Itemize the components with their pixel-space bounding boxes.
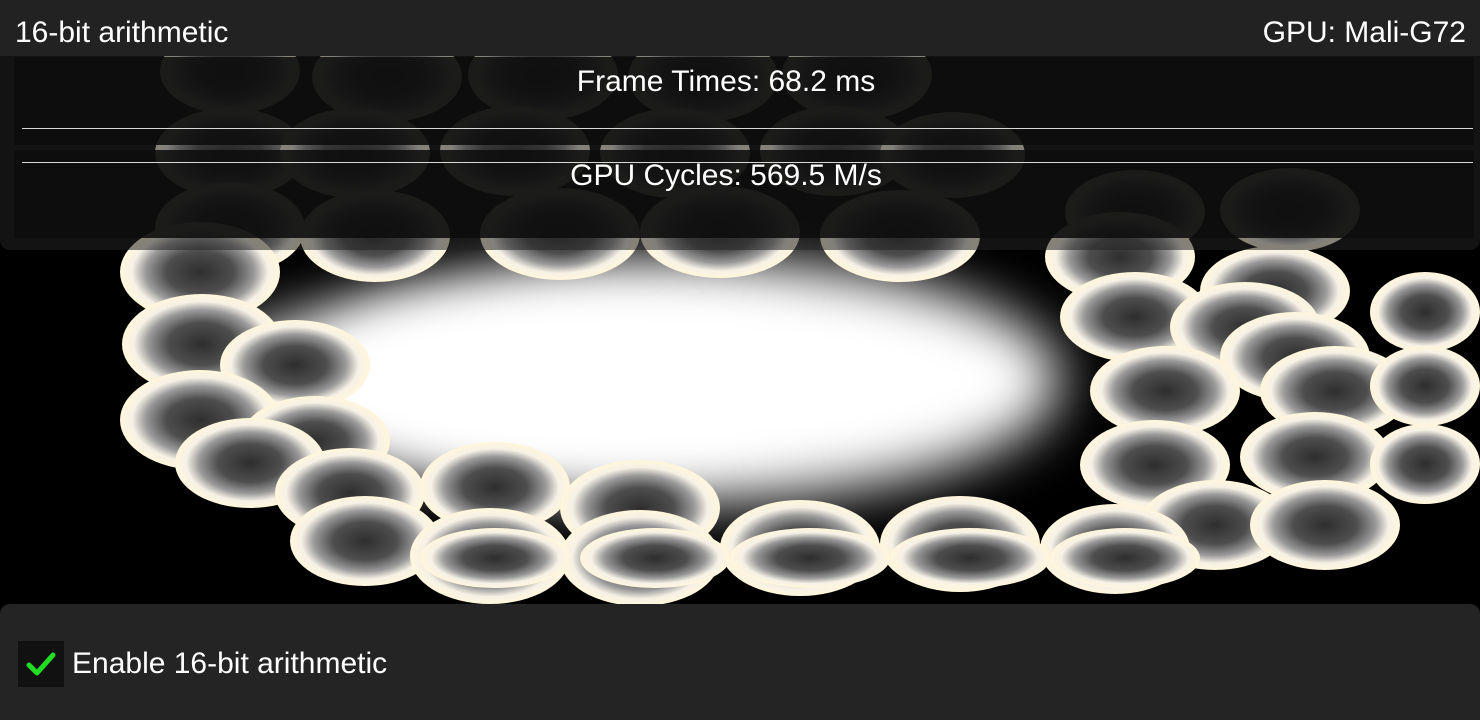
app-window: 16-bit arithmetic GPU: Mali-G72 Frame Ti… (0, 0, 1480, 720)
fp16-toggle-label: Enable 16-bit arithmetic (72, 647, 388, 680)
frame-times-label: Frame Times: 68.2 ms (576, 65, 876, 98)
fp16-toggle[interactable]: Enable 16-bit arithmetic (18, 640, 387, 688)
settings-panel: Enable 16-bit arithmetic (0, 604, 1480, 720)
particle-ring (1370, 346, 1480, 426)
checkmark-icon (26, 652, 56, 676)
particle-ring (730, 528, 890, 588)
fp16-checkbox[interactable] (18, 641, 64, 687)
particle-ring (890, 528, 1050, 588)
gpu-cycles-label: GPU Cycles: 569.5 M/s (570, 159, 882, 192)
particle-ring (1050, 528, 1200, 588)
sample-title: 16-bit arithmetic (15, 16, 229, 49)
particle-ring (1370, 424, 1480, 504)
particle-ring (420, 528, 570, 588)
particle-ring (580, 528, 730, 588)
frame-times-plot-line (22, 128, 1473, 129)
particle-ring (1250, 480, 1400, 570)
hud-panel: 16-bit arithmetic GPU: Mali-G72 Frame Ti… (0, 0, 1480, 250)
gpu-name: GPU: Mali-G72 (1262, 16, 1466, 49)
particle-ring (1370, 272, 1480, 352)
